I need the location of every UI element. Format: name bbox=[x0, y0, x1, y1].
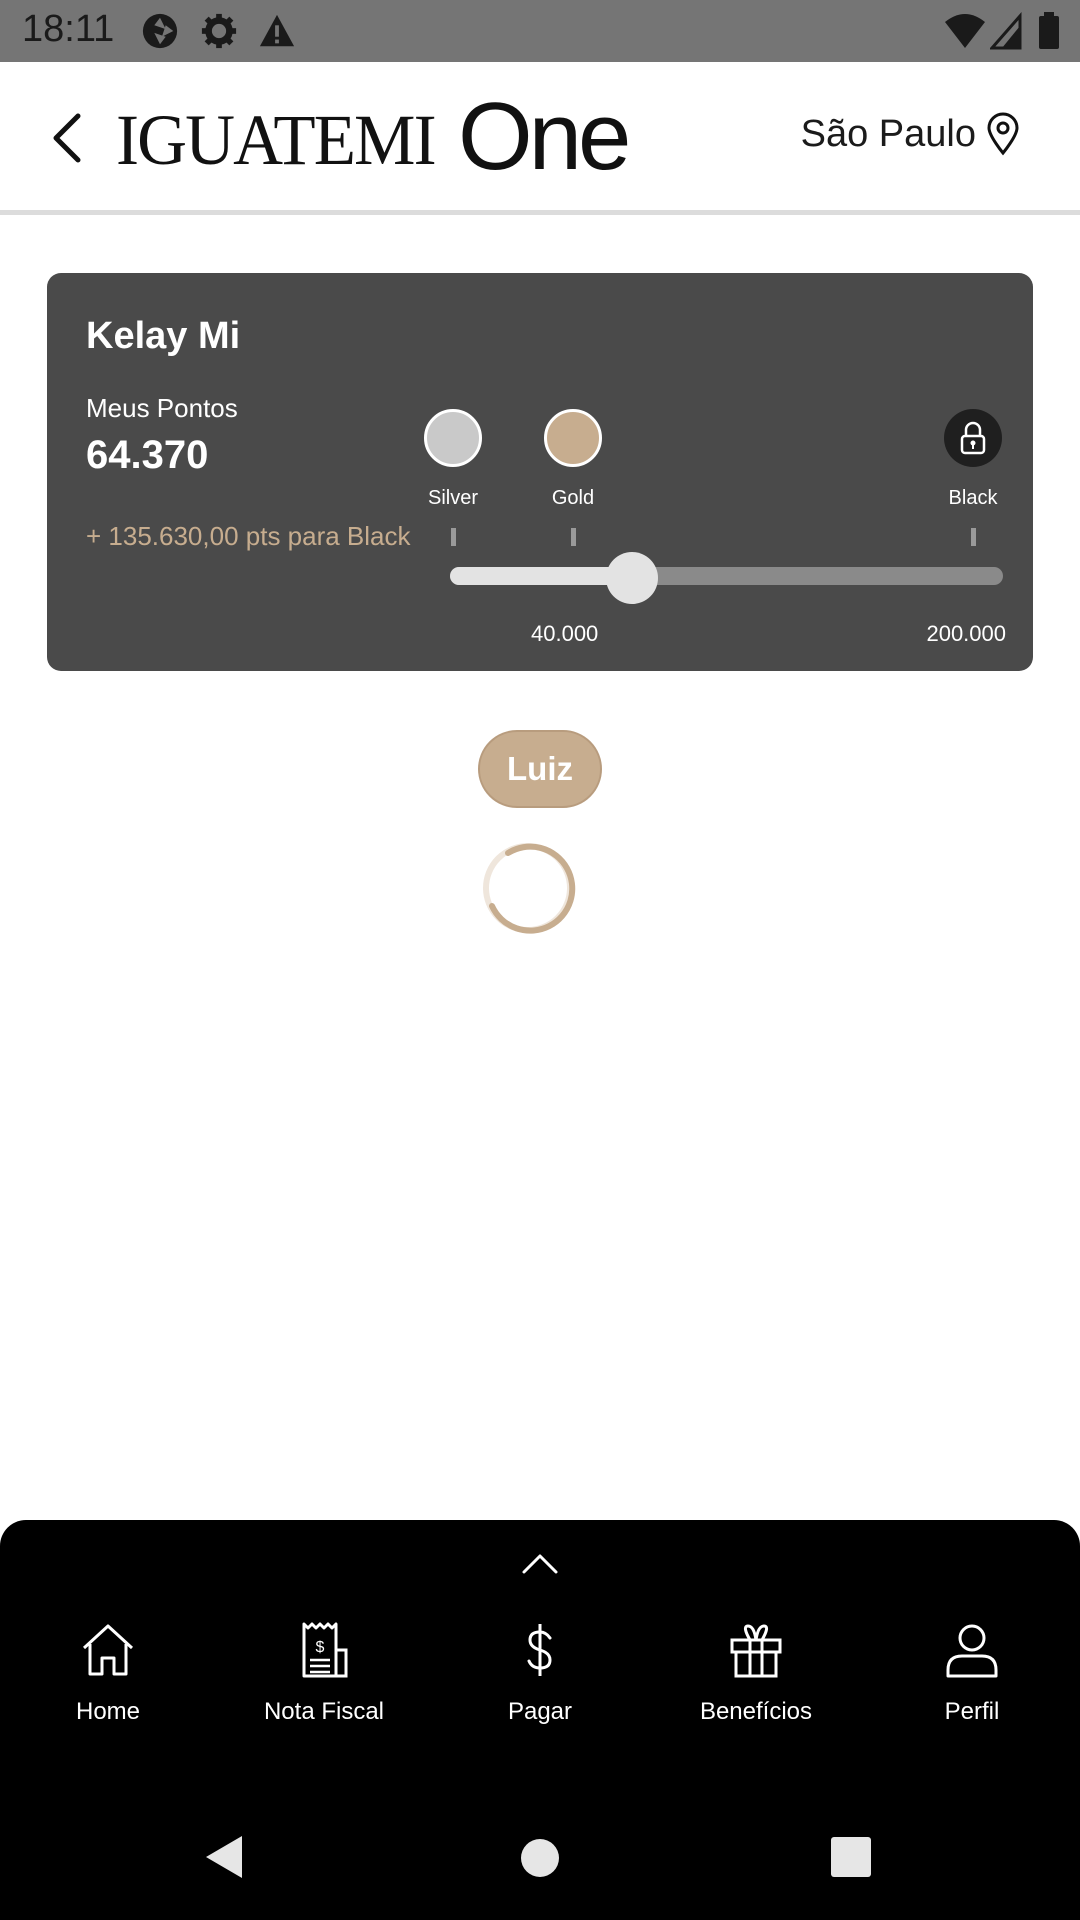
points-needed-text: + 135.630,00 pts para Black bbox=[86, 521, 411, 551]
progress-thumb bbox=[606, 552, 658, 604]
nav-perfil-label: Perfil bbox=[944, 1698, 1000, 1725]
location-pin-icon bbox=[987, 112, 1019, 156]
progress-track bbox=[450, 567, 1003, 585]
tier-silver-tick bbox=[450, 528, 456, 546]
tier-gold-dot bbox=[544, 409, 602, 467]
range-end-label: 200.000 bbox=[926, 621, 1006, 646]
logo-main-text: IGUATEMI bbox=[116, 100, 437, 180]
nav-pagar-label: Pagar bbox=[507, 1698, 573, 1725]
svg-text:$: $ bbox=[316, 1639, 325, 1656]
points-label: Meus Pontos bbox=[86, 393, 238, 423]
logo-sub-text: One bbox=[457, 83, 631, 191]
points-card: Kelay Mi Meus Pontos 64.370 + 135.630,00… bbox=[47, 273, 1033, 671]
tier-gold-label: Gold bbox=[551, 487, 595, 509]
points-value: 64.370 bbox=[86, 433, 209, 477]
nav-home-label: Home bbox=[75, 1698, 141, 1725]
tier-black: Black bbox=[913, 409, 1033, 546]
chevron-up-icon[interactable] bbox=[520, 1552, 560, 1576]
tier-black-tick bbox=[970, 528, 976, 546]
nav-pagar[interactable]: Pagar bbox=[450, 1620, 630, 1726]
user-icon bbox=[946, 1624, 998, 1678]
lock-icon bbox=[960, 421, 986, 455]
dollar-icon bbox=[527, 1624, 552, 1676]
city-label: São Paulo bbox=[800, 112, 976, 155]
status-time: 18:11 bbox=[22, 8, 115, 50]
header-divider bbox=[0, 210, 1080, 215]
nav-beneficios[interactable]: Benefícios bbox=[666, 1620, 846, 1726]
battery-icon bbox=[1039, 12, 1059, 49]
nav-nota-fiscal-label: Nota Fiscal bbox=[263, 1698, 385, 1725]
member-name: Kelay Mi bbox=[86, 315, 241, 357]
tier-silver: Silver bbox=[393, 409, 513, 546]
nav-nota-fiscal[interactable]: $ Nota Fiscal bbox=[234, 1620, 414, 1726]
system-recents-icon[interactable] bbox=[830, 1836, 872, 1878]
user-chip[interactable]: Luiz bbox=[478, 730, 602, 808]
receipt-icon: $ bbox=[302, 1622, 348, 1678]
nav-beneficios-label: Benefícios bbox=[699, 1698, 813, 1725]
camera-aperture-icon bbox=[142, 13, 178, 49]
tier-gold-tick bbox=[570, 528, 576, 546]
status-bar: 18:11 bbox=[0, 0, 1080, 62]
tier-gold: Gold bbox=[513, 409, 633, 546]
system-home-icon[interactable] bbox=[520, 1838, 560, 1878]
gift-icon bbox=[730, 1624, 782, 1678]
system-nav-bar bbox=[0, 1800, 1080, 1920]
warning-icon bbox=[259, 14, 295, 47]
tier-black-dot bbox=[944, 409, 1002, 467]
tier-silver-dot bbox=[424, 409, 482, 467]
signal-icon bbox=[990, 12, 1022, 50]
wifi-icon bbox=[945, 14, 985, 48]
nav-home[interactable]: Home bbox=[18, 1620, 198, 1726]
tier-black-label: Black bbox=[948, 487, 998, 509]
chevron-left-icon[interactable] bbox=[46, 110, 90, 166]
system-back-icon[interactable] bbox=[204, 1834, 244, 1880]
progress-fill bbox=[450, 567, 632, 585]
tier-silver-label: Silver bbox=[427, 487, 478, 509]
nav-perfil[interactable]: Perfil bbox=[882, 1620, 1062, 1726]
brand-logo: IGUATEMI One bbox=[116, 83, 631, 191]
city-selector[interactable]: São Paulo bbox=[801, 112, 1020, 156]
range-start-label: 40.000 bbox=[531, 621, 599, 646]
loading-spinner-icon bbox=[483, 843, 576, 934]
app-screen: 18:11 IGUATEMI One São Paulo Kelay Mi Me… bbox=[0, 0, 1080, 1920]
settings-gear-icon bbox=[201, 13, 237, 49]
home-icon bbox=[82, 1624, 134, 1676]
